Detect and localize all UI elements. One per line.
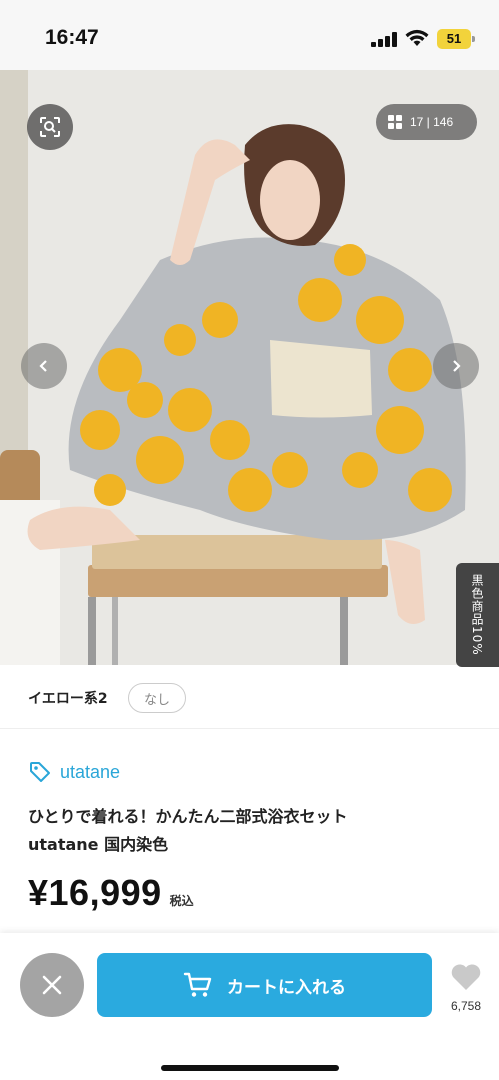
product-title-line1: ひとりで着れる！かんたん二部式浴衣セット xyxy=(28,807,348,826)
status-time: 16:47 xyxy=(45,26,99,49)
product-title-line2: utatane 国内染色 xyxy=(28,835,169,854)
add-to-cart-label: カートに入れる xyxy=(227,977,346,998)
color-selection-row: イエロー系2 なし xyxy=(0,665,499,729)
add-to-cart-button[interactable]: カートに入れる xyxy=(97,953,432,1017)
close-icon xyxy=(42,975,62,995)
home-indicator xyxy=(161,1065,339,1071)
like-count: 6,758 xyxy=(450,999,482,1013)
size-option-chip[interactable]: なし xyxy=(128,683,186,713)
status-bar: 16:47 51 xyxy=(0,0,499,70)
image-search-button[interactable] xyxy=(27,104,73,150)
cellular-signal-icon xyxy=(371,32,398,47)
grid-icon xyxy=(388,115,402,129)
previous-image-button[interactable] xyxy=(21,343,67,389)
close-button[interactable] xyxy=(20,953,84,1017)
brand-link[interactable]: utatane xyxy=(28,758,120,786)
cart-icon xyxy=(183,972,212,997)
bottom-action-bar: カートに入れる 6,758 xyxy=(0,933,499,1080)
like-button[interactable]: 6,758 xyxy=(444,963,488,1013)
tax-note: 税込 xyxy=(169,894,194,908)
product-image-gallery[interactable]: 17 | 146 xyxy=(0,70,499,665)
promo-side-tab[interactable]: 黒色商品10% xyxy=(456,563,499,667)
product-price: ¥16,999 xyxy=(28,872,162,913)
next-image-button[interactable] xyxy=(433,343,479,389)
image-counter[interactable]: 17 | 146 xyxy=(376,104,477,140)
chevron-left-icon xyxy=(39,360,47,372)
battery-icon: 51 xyxy=(437,29,475,49)
chevron-right-icon xyxy=(453,360,461,372)
product-title: ひとりで着れる！かんたん二部式浴衣セット utatane 国内染色 xyxy=(28,803,468,859)
image-counter-text: 17 | 146 xyxy=(410,115,454,129)
selected-color-label: イエロー系2 xyxy=(28,691,108,707)
heart-icon xyxy=(451,964,481,990)
brand-name: utatane xyxy=(60,761,121,782)
tag-icon xyxy=(30,762,50,782)
wifi-icon xyxy=(405,29,429,46)
product-photo xyxy=(0,70,499,665)
price-row: ¥16,999 税込 xyxy=(28,872,194,914)
lens-scan-icon xyxy=(40,117,60,137)
